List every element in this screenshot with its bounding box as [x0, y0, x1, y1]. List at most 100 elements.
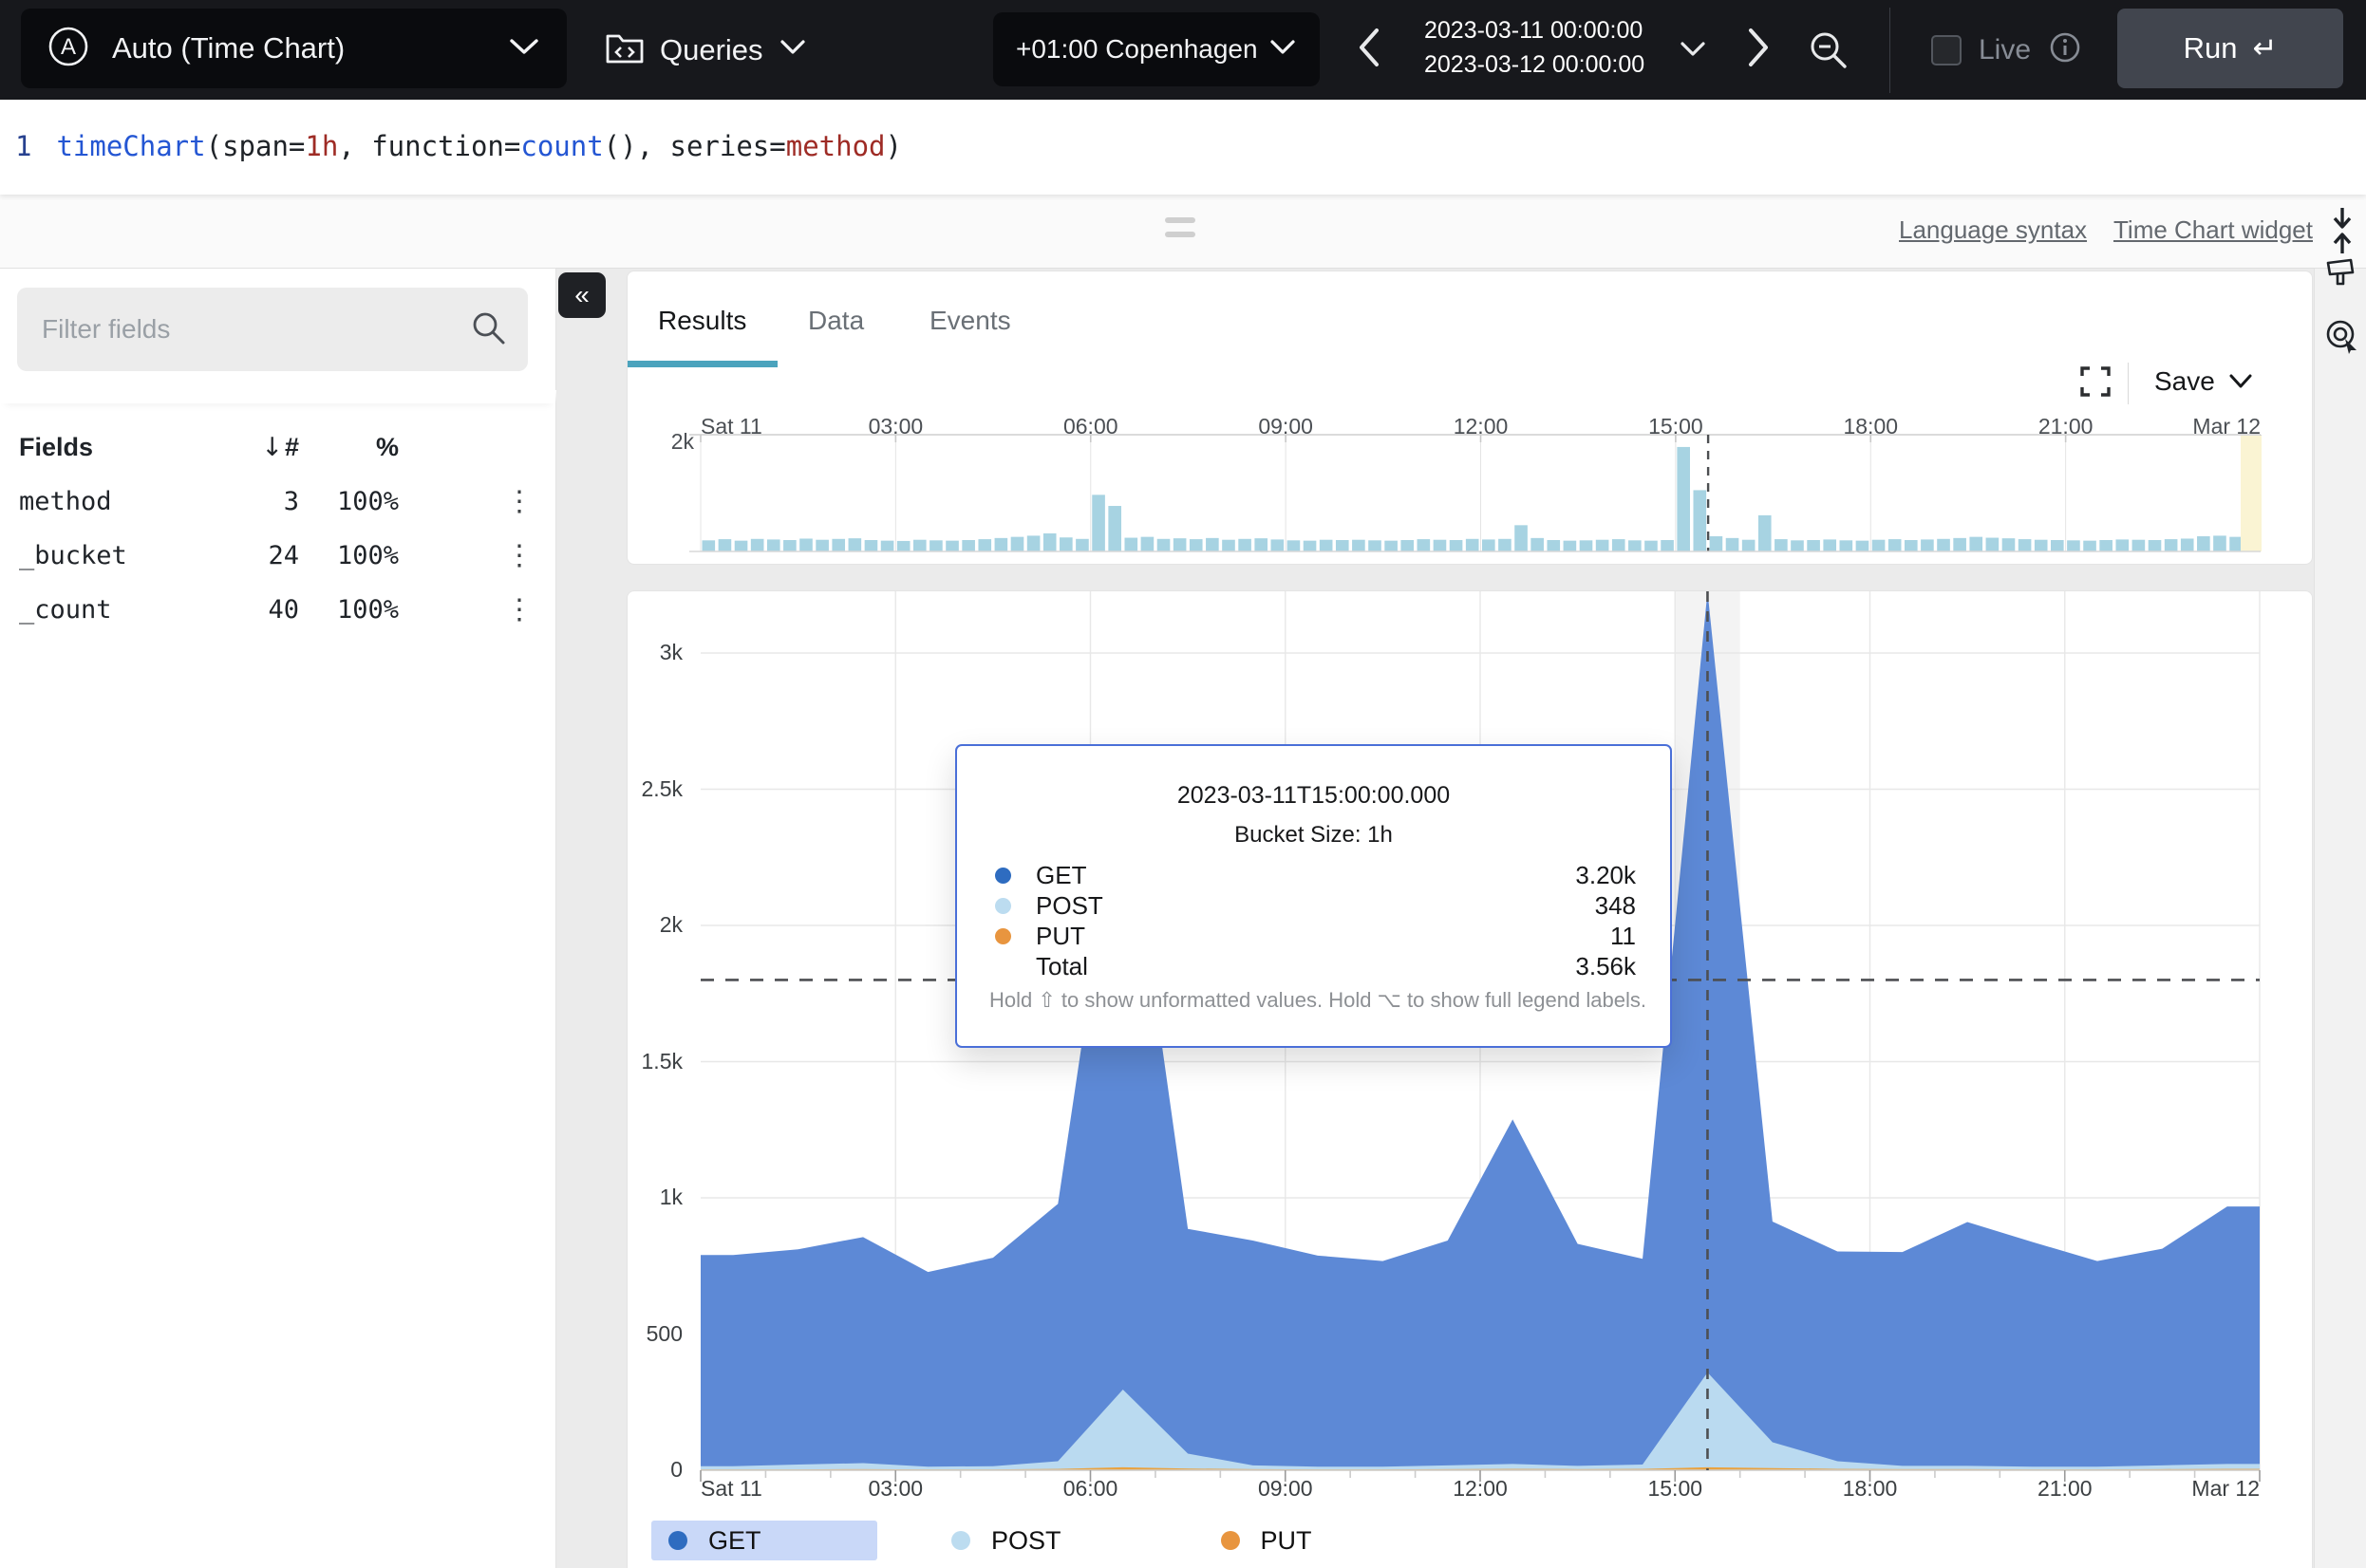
- axis-tick-label: 15:00: [1648, 414, 1703, 439]
- topbar-divider: [1889, 8, 1890, 93]
- fullscreen-icon[interactable]: [2078, 364, 2112, 403]
- series-dot-put: [995, 928, 1011, 944]
- time-range-display[interactable]: 2023-03-11 00:00:00 2023-03-12 00:00:00: [1424, 13, 1667, 82]
- legend-dot-post: [951, 1531, 970, 1550]
- interaction-target-icon[interactable]: [2324, 318, 2360, 359]
- collapse-sidebar-button[interactable]: «: [558, 272, 606, 318]
- queries-folder-icon: [605, 28, 645, 71]
- series-dot-post: [995, 898, 1011, 914]
- run-label: Run: [2184, 31, 2238, 65]
- live-toggle-group: Live: [1931, 0, 2082, 100]
- timezone-selector-button[interactable]: +01:00 Copenhagen: [993, 12, 1320, 86]
- tab-events[interactable]: Events: [930, 306, 1011, 336]
- query-token: (), series=: [604, 130, 786, 162]
- axis-tick-label: 12:00: [1453, 1476, 1508, 1502]
- query-token: timeChart: [56, 130, 205, 162]
- legend-dot-put: [1221, 1531, 1240, 1550]
- tooltip-timestamp: 2023-03-11T15:00:00.000: [957, 782, 1670, 810]
- resize-drag-handle[interactable]: [1165, 217, 1195, 246]
- language-syntax-link[interactable]: Language syntax: [1899, 215, 2087, 245]
- tooltip-row-total: Total 3.56k: [995, 951, 1636, 981]
- query-token: ): [886, 130, 902, 162]
- field-row-bucket[interactable]: _bucket 24 100% ⋮: [0, 529, 556, 583]
- top-bar: A Auto (Time Chart) Queries +01:00 Copen…: [0, 0, 2366, 100]
- query-token: (span=: [206, 130, 306, 162]
- query-line[interactable]: 1timeChart(span=1h, function=count(), se…: [15, 130, 902, 162]
- mini-y-axis-label: 2k: [645, 429, 694, 455]
- chart-legend: GET POST PUT: [628, 1520, 1312, 1561]
- series-dot-get: [995, 868, 1011, 884]
- live-checkbox[interactable]: [1931, 35, 1962, 65]
- fields-sidebar: Fields ↓# % method 3 100% ⋮ _bucket 24 1…: [0, 269, 556, 1568]
- query-token: count: [520, 130, 603, 162]
- axis-tick-label: 2k: [629, 912, 683, 938]
- legend-item-put[interactable]: PUT: [1221, 1521, 1312, 1560]
- axis-tick-label: 06:00: [1063, 1476, 1118, 1502]
- field-name: _bucket: [19, 541, 127, 570]
- tooltip-row-put: PUT 11: [995, 921, 1636, 951]
- field-row-method[interactable]: method 3 100% ⋮: [0, 475, 556, 529]
- save-button[interactable]: Save: [2154, 366, 2253, 397]
- axis-tick-label: 3k: [629, 640, 683, 665]
- right-toolbar-rail: [2314, 269, 2366, 1568]
- view-selector-button[interactable]: A Auto (Time Chart): [21, 9, 567, 88]
- filter-fields-input[interactable]: [17, 314, 469, 345]
- chart-tooltip: 2023-03-11T15:00:00.000 Bucket Size: 1h …: [955, 744, 1672, 1048]
- info-icon[interactable]: [2048, 30, 2082, 69]
- axis-tick-label: 15:00: [1647, 1476, 1702, 1502]
- field-percent: 100%: [266, 487, 399, 516]
- line-number: 1: [15, 130, 31, 162]
- axis-tick-label: Sat 11: [701, 1476, 762, 1502]
- results-header-card: Results Data Events Save Sat 1103:0006:0…: [627, 271, 2313, 565]
- chevron-down-icon[interactable]: [1679, 40, 1707, 64]
- tooltip-bucket-size: Bucket Size: 1h: [957, 822, 1670, 849]
- legend-item-get[interactable]: GET: [651, 1521, 877, 1560]
- axis-tick-label: 2.5k: [629, 776, 683, 802]
- kebab-menu-icon[interactable]: ⋮: [505, 485, 534, 518]
- time-forward-button[interactable]: [1745, 27, 1772, 77]
- axis-tick-label: 06:00: [1063, 414, 1118, 439]
- field-name: _count: [19, 595, 112, 625]
- collapse-vertical-icon[interactable]: [2326, 206, 2358, 260]
- time-chart-card: 05001k1.5k2k2.5k3k Sat 1103:0006:0009:00…: [627, 590, 2313, 1568]
- percent-column-header[interactable]: %: [266, 433, 399, 462]
- tab-results[interactable]: Results: [658, 306, 746, 336]
- live-label: Live: [1979, 34, 2031, 66]
- axis-tick-label: 09:00: [1258, 1476, 1313, 1502]
- kebab-menu-icon[interactable]: ⋮: [505, 593, 534, 626]
- axis-tick-label: 03:00: [868, 1476, 923, 1502]
- style-brush-icon[interactable]: [2324, 257, 2358, 298]
- time-back-button[interactable]: [1356, 27, 1382, 77]
- query-token: 1h: [305, 130, 338, 162]
- tab-data[interactable]: Data: [808, 306, 864, 336]
- save-label: Save: [2154, 366, 2215, 397]
- run-button[interactable]: Run ↵: [2117, 9, 2343, 88]
- chevron-down-icon: [508, 36, 540, 62]
- legend-dot-get: [668, 1531, 687, 1550]
- view-selector-label: Auto (Time Chart): [112, 31, 345, 65]
- enter-key-icon: ↵: [2252, 31, 2277, 65]
- queries-menu-button[interactable]: Queries: [605, 0, 807, 100]
- queries-label: Queries: [660, 33, 763, 67]
- fields-header-label: Fields: [19, 433, 93, 462]
- field-percent: 100%: [266, 541, 399, 570]
- axis-tick-label: 03:00: [869, 414, 924, 439]
- chevron-down-icon: [2228, 373, 2253, 390]
- time-chart-widget-link[interactable]: Time Chart widget: [2113, 215, 2313, 245]
- axis-tick-label: 500: [629, 1321, 683, 1347]
- legend-item-post[interactable]: POST: [951, 1521, 1061, 1560]
- tooltip-row-post: POST 348: [995, 890, 1636, 921]
- axis-tick-label: 12:00: [1454, 414, 1509, 439]
- axis-tick-label: Sat 11: [701, 414, 762, 439]
- editor-resize-row: Language syntax Time Chart widget: [0, 195, 2366, 269]
- field-row-count[interactable]: _count 40 100% ⋮: [0, 583, 556, 637]
- zoom-out-icon[interactable]: [1807, 28, 1850, 77]
- active-tab-indicator: [628, 361, 778, 367]
- timeline-overview-chart[interactable]: Sat 1103:0006:0009:0012:0015:0018:0021:0…: [628, 271, 2314, 566]
- tooltip-hint: Hold ⇧ to show unformatted values. Hold …: [986, 988, 1650, 1013]
- axis-tick-label: 09:00: [1258, 414, 1313, 439]
- chevron-down-icon: [1268, 38, 1297, 62]
- query-editor[interactable]: 1timeChart(span=1h, function=count(), se…: [0, 100, 2366, 195]
- axis-tick-label: 0: [629, 1457, 683, 1483]
- kebab-menu-icon[interactable]: ⋮: [505, 539, 534, 572]
